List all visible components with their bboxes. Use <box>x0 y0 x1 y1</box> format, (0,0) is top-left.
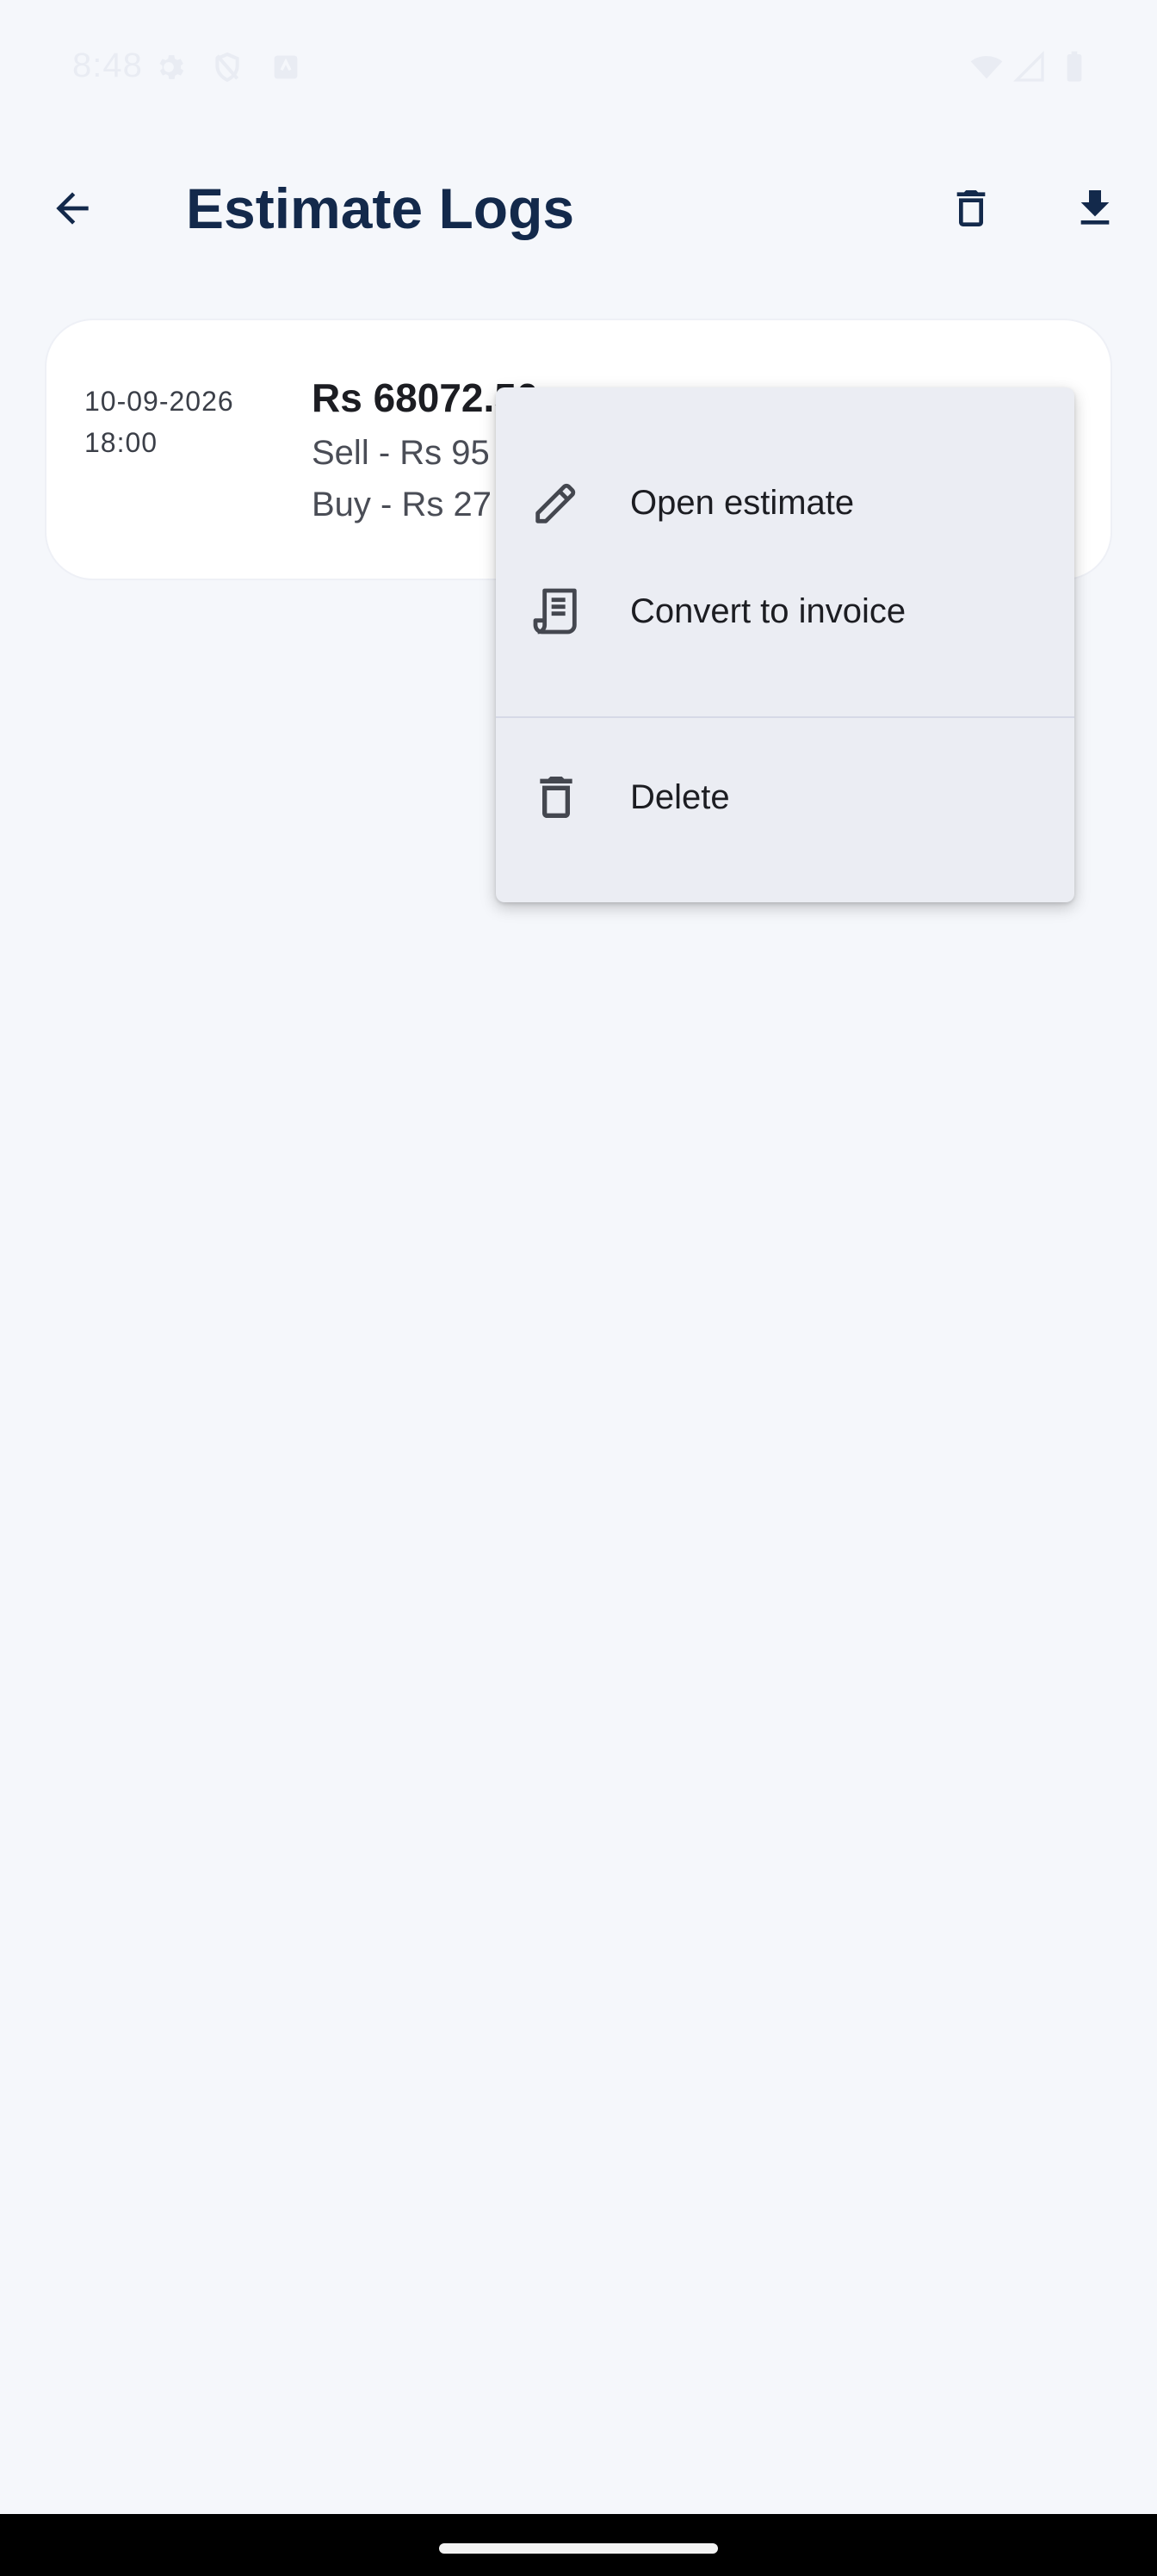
back-button[interactable] <box>36 172 108 245</box>
arrow-back-icon <box>56 192 89 225</box>
menu-item-delete[interactable]: Delete <box>496 725 1074 870</box>
app-bar: Estimate Logs <box>0 138 1157 279</box>
menu-divider <box>496 716 1074 718</box>
download-icon <box>1080 190 1110 225</box>
menu-item-label: Open estimate <box>630 483 855 522</box>
trash-icon <box>529 770 584 825</box>
wifi-icon <box>969 50 1004 84</box>
download-button[interactable] <box>1059 172 1131 245</box>
keyboard-icon <box>269 50 303 84</box>
page-title: Estimate Logs <box>186 176 575 240</box>
status-bar: 8:48 <box>0 0 1157 138</box>
log-datetime: 10-09-2026 18:00 <box>84 381 234 463</box>
log-sell: Sell - Rs 95 <box>312 434 490 472</box>
receipt-icon <box>529 584 584 639</box>
pencil-icon <box>529 475 584 530</box>
menu-item-label: Convert to invoice <box>630 591 906 630</box>
screen: 8:48 Estimate Logs 10-09-2026 18:00 Rs 6… <box>0 0 1157 2576</box>
delete-icon <box>956 190 986 226</box>
battery-icon <box>1057 50 1092 84</box>
settings-icon <box>152 50 186 84</box>
log-date: 10-09-2026 <box>84 386 234 417</box>
context-menu: Open estimate Convert to invoice Delete <box>496 387 1074 902</box>
log-buy: Buy - Rs 27 <box>312 486 492 523</box>
menu-item-label: Delete <box>630 777 730 816</box>
gesture-handle[interactable] <box>439 2543 718 2554</box>
menu-item-convert-to-invoice[interactable]: Convert to invoice <box>496 539 1074 684</box>
status-time: 8:48 <box>72 46 143 84</box>
delete-all-button[interactable] <box>935 172 1007 245</box>
shield-icon <box>210 50 244 84</box>
navigation-bar <box>0 2514 1157 2576</box>
signal-icon <box>1012 50 1047 84</box>
log-time: 18:00 <box>84 427 158 458</box>
